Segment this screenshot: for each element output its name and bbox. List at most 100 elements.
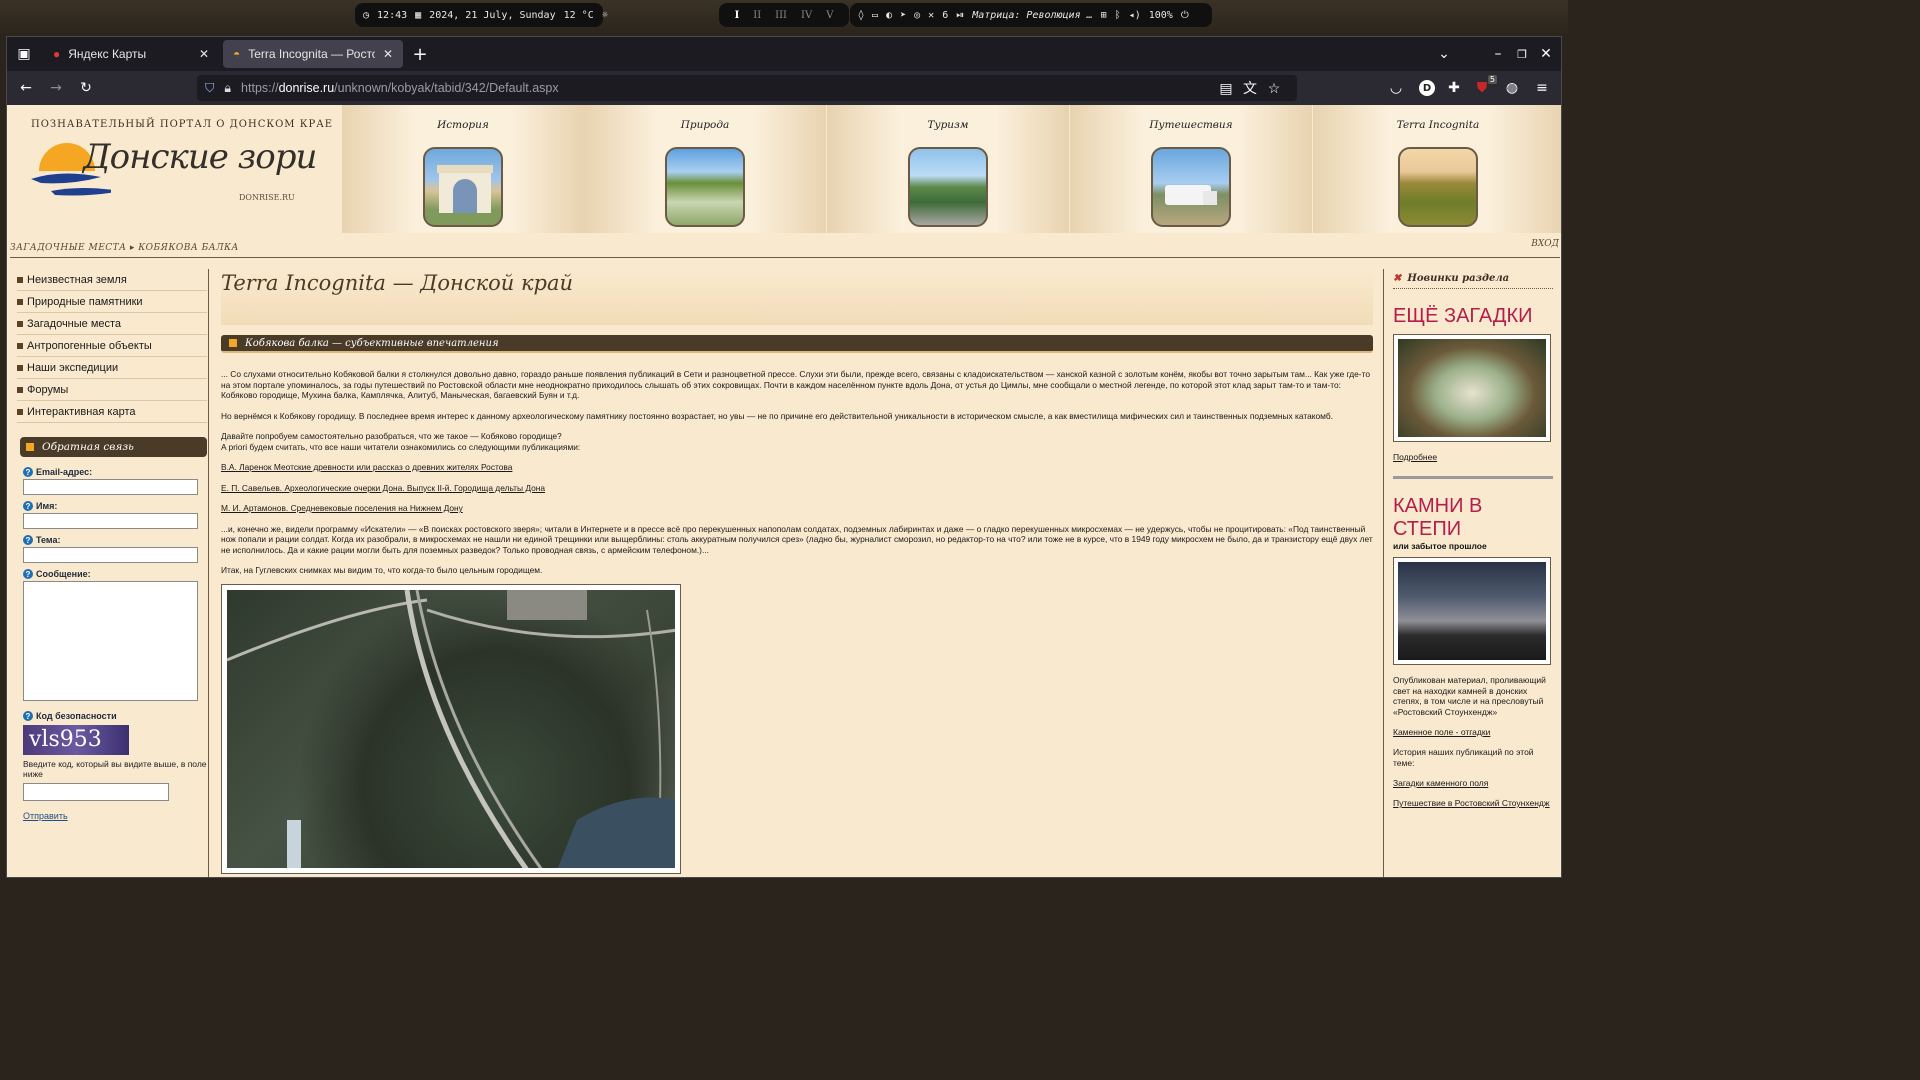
steppe-thumbnail-icon[interactable]	[1398, 147, 1478, 227]
reload-icon[interactable]: ↻	[75, 80, 97, 96]
breadcrumb[interactable]: ЗАГАДОЧНЫЕ МЕСТА ▸ КОБЯКОВА БАЛКА	[10, 243, 239, 253]
lock-icon[interactable]: 🔒︎	[224, 81, 231, 96]
drop-icon[interactable]: ◊	[858, 10, 864, 21]
menu-item-anthropogenic[interactable]: Антропогенные объекты	[17, 335, 207, 357]
shield-icon[interactable]: ⛉	[205, 81, 214, 96]
news-item-title[interactable]: ЕЩЁ ЗАГАДКИ	[1393, 305, 1553, 328]
nav-nature[interactable]: Природа	[584, 105, 826, 233]
url-text[interactable]: https://donrise.ru/unknown/kobyak/tabid/…	[241, 81, 559, 95]
nav-travel[interactable]: Путешествия	[1070, 105, 1312, 233]
arch-thumbnail-icon[interactable]	[423, 147, 503, 227]
pocket-icon[interactable]: ◡	[1385, 80, 1407, 96]
maximize-icon[interactable]: ❐	[1511, 48, 1533, 61]
new-tab-icon[interactable]: +	[409, 44, 431, 65]
publication-link[interactable]: Е. П. Савельев. Археологические очерки Д…	[221, 483, 545, 493]
name-field[interactable]	[23, 513, 198, 529]
menu-item-unknown-land[interactable]: Неизвестная земля	[17, 269, 207, 291]
help-icon[interactable]: ?	[23, 501, 33, 511]
tourists-thumbnail-icon[interactable]	[908, 147, 988, 227]
news-icon: ✖	[1393, 273, 1402, 284]
related-link[interactable]: Путешествие в Ростовский Стоунхендж	[1393, 798, 1553, 808]
workspace-3[interactable]: III	[775, 10, 787, 21]
power-icon[interactable]: ⏻	[1181, 10, 1189, 21]
message-textarea[interactable]	[23, 581, 198, 701]
workspace-1[interactable]: I	[735, 10, 740, 21]
clock-widget[interactable]: ◷ 12:43 ▦ 2024, 21 July, Sunday 12 °C ☼	[355, 3, 608, 27]
logo-title[interactable]: Донские зори	[83, 137, 317, 177]
workspace-2[interactable]: II	[753, 10, 761, 21]
menu-item-nature-monuments[interactable]: Природные памятники	[17, 291, 207, 313]
back-icon[interactable]: ←	[15, 80, 37, 96]
calendar-icon: ▦	[415, 9, 422, 21]
workspace-4[interactable]: IV	[801, 10, 812, 21]
discord-icon[interactable]: ◐	[886, 10, 892, 21]
help-icon[interactable]: ?	[23, 569, 33, 579]
extensions-icon[interactable]: ✚	[1443, 80, 1465, 96]
close-window-icon[interactable]: ✕	[1535, 46, 1557, 62]
news-item-title[interactable]: КАМНИ В СТЕПИ	[1393, 495, 1553, 541]
help-icon[interactable]: ?	[23, 711, 33, 721]
left-sidebar: Неизвестная земля Природные памятники За…	[17, 269, 207, 821]
tab-terra-incognita[interactable]: ◓ Terra Incognita — Ростовс ✕	[223, 40, 403, 68]
translate-icon[interactable]: 文	[1239, 78, 1261, 98]
publication-link[interactable]: В.А. Ларенок Меотские древности или расс…	[221, 462, 512, 472]
topic-field[interactable]	[23, 547, 198, 563]
news-photo[interactable]	[1393, 334, 1551, 442]
submit-link[interactable]: Отправить	[23, 811, 207, 821]
tab-yandex-maps[interactable]: ● Яндекс Карты ✕	[43, 40, 219, 68]
menu-label: Интерактивная карта	[27, 405, 136, 418]
menu-item-mysterious-places[interactable]: Загадочные места	[17, 313, 207, 335]
captcha-label: ? Код безопасности	[23, 711, 207, 721]
login-link[interactable]: ВХОД	[1531, 239, 1559, 249]
right-divider	[1383, 269, 1384, 877]
profile-avatar[interactable]: D	[1419, 80, 1435, 96]
list-tabs-icon[interactable]: ⌄	[1433, 46, 1455, 62]
globe-icon[interactable]: ◍	[1501, 80, 1523, 96]
bluetooth-icon[interactable]: ᛒ	[1115, 10, 1121, 21]
menu-item-forums[interactable]: Форумы	[17, 379, 207, 401]
bell-off-icon[interactable]: ✕	[928, 10, 934, 21]
captcha-input[interactable]	[23, 783, 169, 801]
tab-overview-icon[interactable]: ▣	[13, 46, 35, 62]
news-photo[interactable]	[1393, 557, 1551, 665]
minimize-icon[interactable]: –	[1487, 46, 1509, 62]
media-play-icon[interactable]: ⏯	[956, 10, 964, 21]
section-title: Кобякова балка — субъективные впечатлени…	[245, 337, 499, 349]
bullet-icon	[17, 386, 23, 393]
close-tab-icon[interactable]: ✕	[199, 47, 209, 61]
network-icon[interactable]: ⊞	[1101, 10, 1107, 21]
help-icon[interactable]: ?	[23, 467, 33, 477]
bullet-icon	[17, 276, 23, 283]
menu-item-expeditions[interactable]: Наши экспедиции	[17, 357, 207, 379]
reader-view-icon[interactable]: ▤	[1215, 80, 1237, 97]
news-item-text: Опубликован материал, проливающий свет н…	[1393, 675, 1546, 717]
publication-link[interactable]: М. И. Артамонов. Средневековые поселения…	[221, 503, 463, 513]
related-link[interactable]: Загадки каменного поля	[1393, 778, 1553, 788]
topic-label: ? Тема:	[23, 535, 207, 545]
telegram-icon[interactable]: ➤	[900, 10, 906, 21]
volume-icon[interactable]: ◂)	[1129, 10, 1141, 21]
media-title[interactable]: Матрица: Революция …	[972, 10, 1092, 21]
answers-link[interactable]: Каменное поле - отгадки	[1393, 727, 1553, 737]
logo-domain: DONRISE.RU	[239, 193, 295, 202]
forward-icon[interactable]: →	[45, 80, 67, 96]
feather-grass-thumbnail-icon[interactable]	[665, 147, 745, 227]
steam-icon[interactable]: ◎	[914, 10, 920, 21]
nav-terra-incognita[interactable]: Terra Incognita	[1313, 105, 1561, 233]
nav-history[interactable]: История	[342, 105, 584, 233]
road-overlay-icon	[227, 589, 675, 868]
bookmark-star-icon[interactable]: ☆	[1263, 80, 1285, 97]
bullet-icon	[17, 342, 23, 349]
workspace-5[interactable]: V	[826, 10, 833, 21]
help-icon[interactable]: ?	[23, 535, 33, 545]
minibus-thumbnail-icon[interactable]	[1151, 147, 1231, 227]
close-tab-icon[interactable]: ✕	[383, 47, 393, 61]
nav-tourism[interactable]: Туризм	[827, 105, 1069, 233]
address-bar[interactable]: ⛉ 🔒︎ https://donrise.ru/unknown/kobyak/t…	[197, 75, 1297, 101]
tab-strip: ▣ ● Яндекс Карты ✕ ◓ Terra Incognita — Р…	[7, 37, 1561, 71]
menu-item-interactive-map[interactable]: Интерактивная карта	[17, 401, 207, 423]
email-field[interactable]	[23, 479, 198, 495]
menu-icon[interactable]: ≡	[1531, 80, 1553, 96]
monitor-icon[interactable]: ▭	[872, 10, 878, 21]
more-link[interactable]: Подробнее	[1393, 452, 1553, 462]
